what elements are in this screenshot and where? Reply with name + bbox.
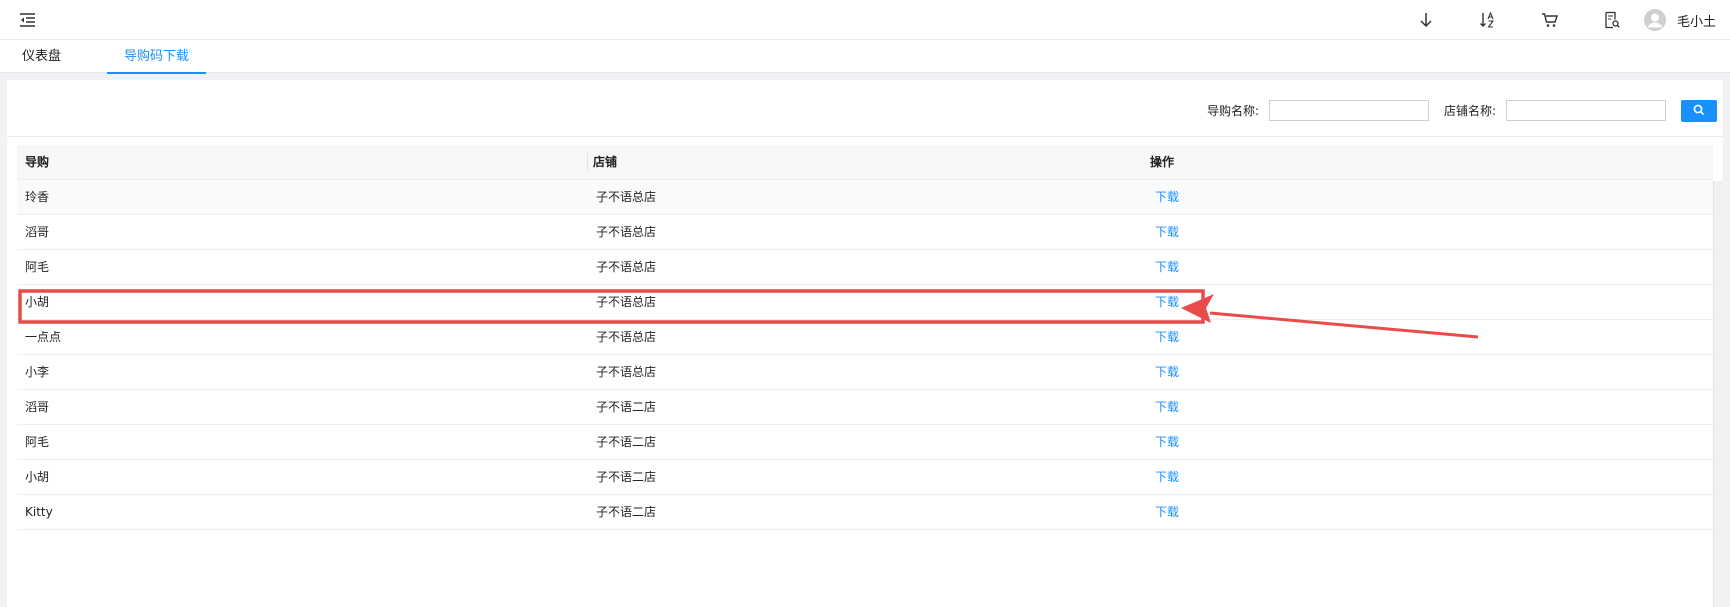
search-bar: 导购名称: 店铺名称: — [7, 80, 1723, 137]
store-name-cell: 子不语二店 — [596, 470, 657, 484]
top-bar: 毛小土 — [0, 0, 1730, 40]
guide-name-cell: 阿毛 — [25, 435, 50, 449]
guide-name-cell: 小胡 — [25, 295, 50, 309]
store-name-cell: 子不语总店 — [596, 225, 657, 239]
username: 毛小土 — [1676, 14, 1716, 30]
store-name-label: 店铺名称: — [1444, 104, 1497, 118]
guide-table: 导购 店铺 操作 玲香 子不语总店 下载 滔哥 子不语总店 下载 阿毛 子不语总店 下载 小胡 子不… — [17, 145, 1713, 530]
document-search-icon[interactable] — [1601, 9, 1623, 31]
download-link[interactable]: 下载 — [1155, 320, 1179, 355]
download-link[interactable]: 下载 — [1155, 215, 1179, 250]
guide-name-cell: 小李 — [25, 365, 50, 379]
table-row: 一点点 子不语总店 下载 — [17, 320, 1713, 355]
guide-name-input[interactable] — [1269, 100, 1429, 121]
download-link[interactable]: 下载 — [1155, 460, 1179, 495]
tab-bar: 仪表盘 导购码下载 — [0, 40, 1730, 74]
top-toolbar: 毛小土 — [1415, 0, 1730, 40]
download-link[interactable]: 下载 — [1155, 355, 1179, 390]
table-row: 玲香 子不语总店 下载 — [17, 180, 1713, 215]
download-link[interactable]: 下载 — [1155, 285, 1179, 320]
table-row: 小胡 子不语总店 下载 — [17, 285, 1713, 320]
table-header: 导购 店铺 操作 — [17, 145, 1713, 180]
guide-name-cell: 小胡 — [25, 470, 50, 484]
store-name-cell: 子不语二店 — [596, 400, 657, 414]
tab-guide-code-download[interactable]: 导购码下载 — [107, 40, 206, 74]
cart-icon[interactable] — [1539, 9, 1561, 31]
download-link[interactable]: 下载 — [1155, 180, 1179, 215]
guide-name-cell: 一点点 — [25, 330, 62, 344]
store-name-cell: 子不语二店 — [596, 435, 657, 449]
guide-name-label: 导购名称: — [1207, 104, 1260, 118]
guide-name-cell: 玲香 — [25, 190, 50, 204]
column-header-guide: 导购 — [25, 155, 50, 169]
store-name-cell: 子不语总店 — [596, 260, 657, 274]
content-panel: 导购名称: 店铺名称: 导购 店铺 操作 玲香 子不语总店 下载 滔哥 子不语总店 下载阿… — [7, 80, 1723, 607]
store-name-cell: 子不语二店 — [596, 505, 657, 519]
guide-name-cell: Kitty — [25, 505, 53, 519]
table-row: Kitty 子不语二店 下载 — [17, 495, 1713, 530]
column-header-store: 店铺 — [593, 155, 618, 169]
sort-az-icon[interactable] — [1477, 9, 1499, 31]
column-divider — [587, 153, 588, 172]
store-name-cell: 子不语总店 — [596, 330, 657, 344]
download-link[interactable]: 下载 — [1155, 390, 1179, 425]
vertical-scrollbar[interactable] — [1713, 181, 1723, 607]
search-button[interactable] — [1681, 100, 1717, 122]
store-name-input[interactable] — [1506, 100, 1666, 121]
guide-name-cell: 滔哥 — [25, 400, 50, 414]
download-link[interactable]: 下载 — [1155, 250, 1179, 285]
table-row: 阿毛 子不语总店 下载 — [17, 250, 1713, 285]
download-link[interactable]: 下载 — [1155, 495, 1179, 530]
search-icon — [1693, 104, 1705, 119]
table-row: 小胡 子不语二店 下载 — [17, 460, 1713, 495]
guide-name-cell: 滔哥 — [25, 225, 50, 239]
menu-fold-icon[interactable] — [18, 10, 38, 30]
table-row: 阿毛 子不语二店 下载 — [17, 425, 1713, 460]
user-menu[interactable]: 毛小土 — [1643, 8, 1716, 32]
store-name-cell: 子不语总店 — [596, 295, 657, 309]
download-link[interactable]: 下载 — [1155, 425, 1179, 460]
table-body: 玲香 子不语总店 下载 滔哥 子不语总店 下载 阿毛 子不语总店 下载 小胡 子不语总店 下载 一点点子… — [17, 180, 1713, 530]
store-name-cell: 子不语总店 — [596, 190, 657, 204]
guide-name-cell: 阿毛 — [25, 260, 50, 274]
table-row: 小李 子不语总店 下载 — [17, 355, 1713, 390]
table-row: 滔哥 子不语总店 下载 — [17, 215, 1713, 250]
tab-dashboard[interactable]: 仪表盘 — [22, 40, 62, 73]
arrow-down-icon[interactable] — [1415, 9, 1437, 31]
user-avatar-icon — [1643, 8, 1667, 32]
table-row: 滔哥 子不语二店 下载 — [17, 390, 1713, 425]
store-name-cell: 子不语总店 — [596, 365, 657, 379]
column-header-action: 操作 — [1150, 155, 1175, 169]
